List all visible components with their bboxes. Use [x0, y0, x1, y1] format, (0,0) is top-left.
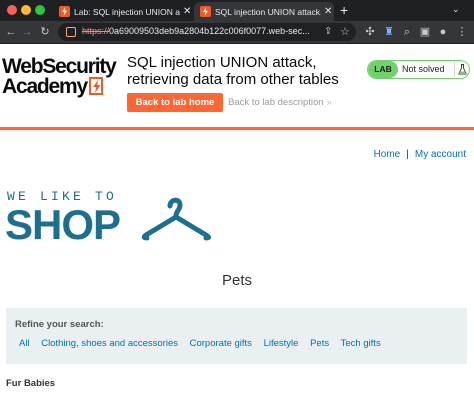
filter-link-pets[interactable]: Pets [310, 338, 329, 349]
maximize-window-button[interactable] [35, 5, 45, 15]
header-divider-shadow [0, 130, 474, 131]
tab-close-icon[interactable]: ✕ [183, 6, 191, 17]
lab-status-text: Not solved [402, 64, 445, 74]
reload-icon[interactable]: ↻ [38, 25, 52, 39]
nav-separator: | [406, 149, 409, 160]
chevron-right-icon: » [326, 97, 332, 108]
extensions-puzzle-icon[interactable]: ✣ [363, 25, 377, 39]
filter-links: All Clothing, shoes and accessories Corp… [19, 338, 390, 349]
filter-link-corporate-gifts[interactable]: Corporate gifts [190, 338, 252, 349]
home-link[interactable]: Home [374, 149, 401, 160]
lab-title: SQL injection UNION attack, retrieving d… [127, 54, 339, 88]
extension-icon[interactable]: ♜ [382, 25, 396, 39]
hanger-icon [141, 197, 211, 241]
bookmark-star-icon[interactable]: ☆ [340, 25, 350, 38]
profile-icon[interactable]: ● [436, 25, 450, 39]
my-account-link[interactable]: My account [415, 149, 466, 160]
menu-kebab-icon[interactable]: ⋮ [455, 25, 469, 39]
product-name[interactable]: Fur Babies [6, 378, 55, 389]
shop-logo-text: SHOP [5, 201, 121, 248]
site-info-icon[interactable] [66, 27, 76, 37]
lightning-bolt-icon [88, 77, 103, 95]
browser-tab-lab[interactable]: Lab: SQL injection UNION atta ✕ [53, 2, 191, 21]
minimize-window-button[interactable] [21, 5, 31, 15]
portswigger-favicon-icon [59, 6, 70, 17]
url-text[interactable]: https://0a69009503deb9a2804b122c006f0077… [82, 26, 310, 36]
shop-top-nav: Home | My account [374, 149, 466, 160]
address-bar[interactable]: https://0a69009503deb9a2804b122c006f0077… [58, 23, 356, 41]
browser-tab-shop[interactable]: SQL injection UNION attack, r ✕ [194, 2, 334, 21]
share-icon[interactable]: ⇪ [324, 26, 332, 37]
flask-icon [454, 62, 469, 77]
tab-title: SQL injection UNION attack, r [215, 6, 321, 17]
browser-tab-bar: Lab: SQL injection UNION atta ✕ SQL inje… [0, 0, 474, 21]
search-icon[interactable]: ⌕ [400, 25, 414, 39]
tab-search-chevron-icon[interactable]: ⌄ [452, 4, 460, 15]
filter-link-lifestyle[interactable]: Lifestyle [264, 338, 299, 349]
category-title: Pets [221, 272, 252, 289]
filter-link-clothing[interactable]: Clothing, shoes and accessories [41, 338, 178, 349]
browser-toolbar: ← → ↻ https://0a69009503deb9a2804b122c00… [0, 21, 474, 44]
new-tab-button[interactable]: + [340, 2, 348, 19]
filter-heading: Refine your search: [15, 319, 104, 330]
forward-arrow-icon[interactable]: → [20, 25, 34, 39]
lab-badge: LAB [368, 61, 398, 78]
category-filter: Refine your search: All Clothing, shoes … [6, 308, 467, 364]
web-security-academy-logo[interactable]: WebSecurity Academy [2, 56, 117, 97]
portswigger-favicon-icon [200, 6, 211, 17]
back-to-lab-description-link[interactable]: Back to lab description» [228, 97, 332, 108]
lab-status-widget: LAB Not solved [367, 60, 470, 79]
close-window-button[interactable] [7, 5, 17, 15]
side-panel-icon[interactable]: ▣ [418, 25, 432, 39]
filter-link-all[interactable]: All [19, 338, 30, 349]
tab-close-icon[interactable]: ✕ [324, 6, 332, 17]
filter-link-tech-gifts[interactable]: Tech gifts [341, 338, 381, 349]
tab-title: Lab: SQL injection UNION atta [74, 6, 180, 17]
back-to-lab-home-button[interactable]: Back to lab home [127, 93, 223, 112]
back-arrow-icon[interactable]: ← [4, 25, 18, 39]
